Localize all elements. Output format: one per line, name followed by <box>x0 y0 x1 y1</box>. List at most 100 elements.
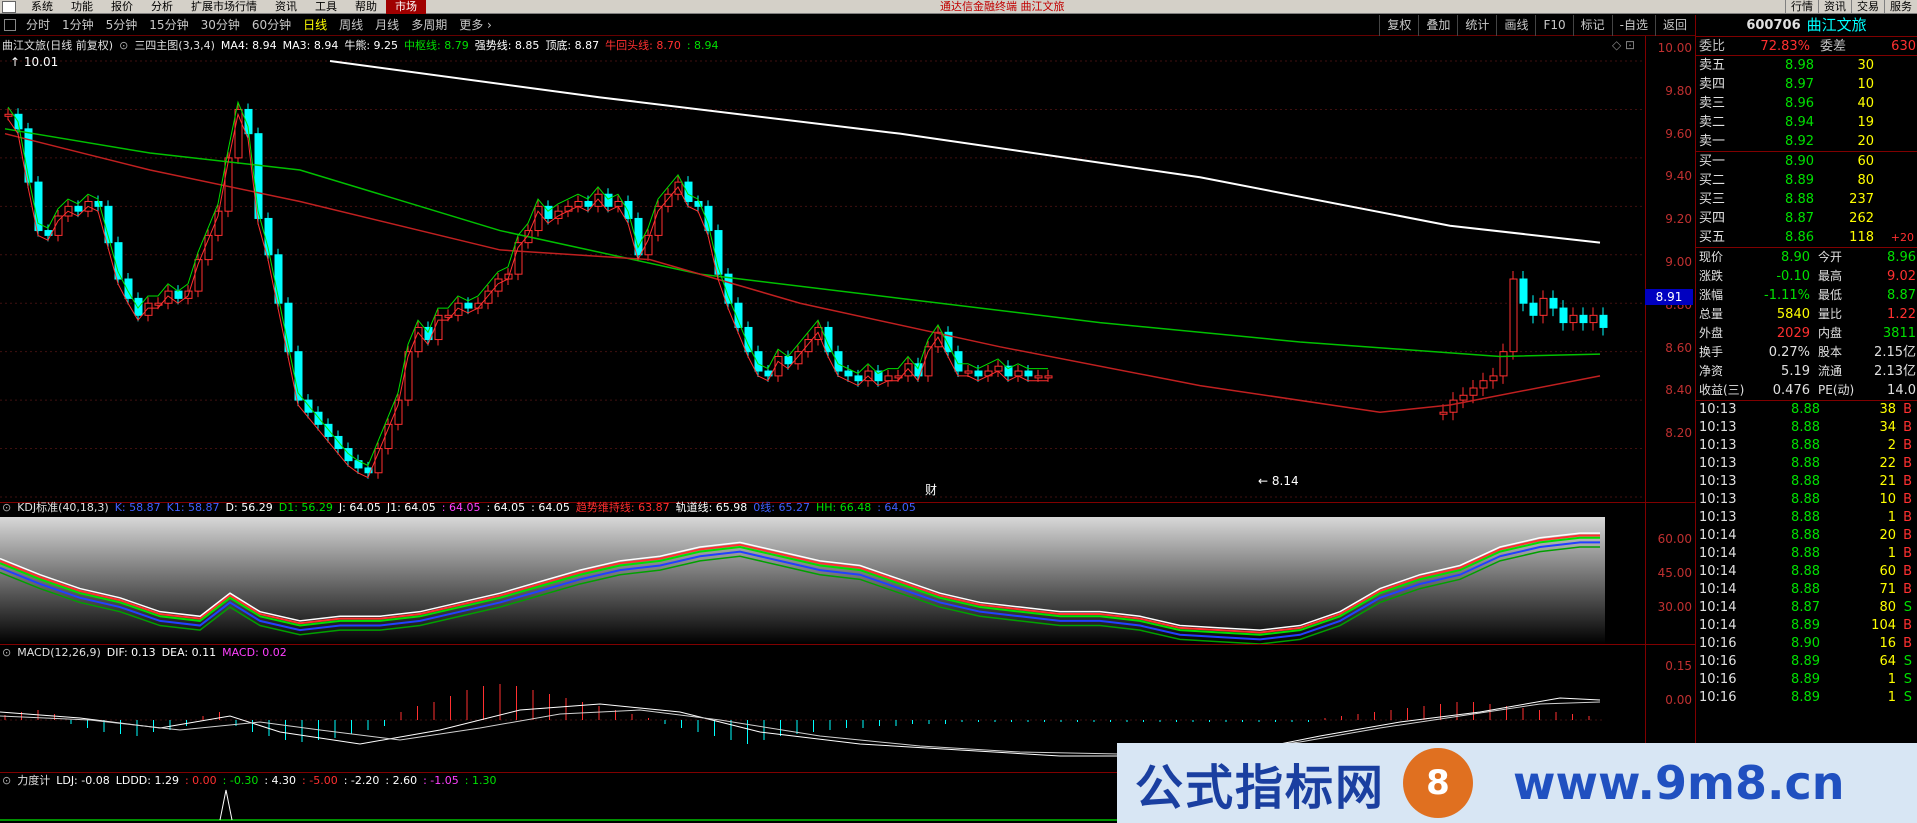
candle <box>434 314 443 341</box>
kdj-value: K1: 58.87 <box>166 501 220 514</box>
mark-button[interactable]: 标记 <box>1572 15 1612 36</box>
price-tick-label: 9.80 <box>1665 83 1692 98</box>
buy-level-row[interactable]: 买二 8.89 80 <box>1696 171 1917 190</box>
period-1min[interactable]: 1分钟 <box>56 15 100 36</box>
period-15min[interactable]: 15分钟 <box>143 15 194 36</box>
candle <box>614 200 623 207</box>
period-daily[interactable]: 日线 <box>297 15 333 36</box>
sell-level-row[interactable]: 卖五 8.98 30 <box>1696 56 1917 75</box>
settings-icon[interactable]: ⊙ <box>2 646 11 660</box>
watchlist-button[interactable]: -自选 <box>1611 15 1655 36</box>
buy-level-label: 买四 <box>1699 211 1726 226</box>
buy-level-change: +20 <box>1890 231 1914 244</box>
period-monthly[interactable]: 月线 <box>369 15 405 36</box>
buy-level-price: 8.88 <box>1785 192 1814 207</box>
menu-item-market[interactable]: 市场 <box>386 0 426 14</box>
tab-quotes[interactable]: 行情 <box>1785 0 1818 14</box>
tick-price: 8.89 <box>1791 618 1820 633</box>
candle <box>1549 297 1558 309</box>
tick-price: 8.88 <box>1791 438 1820 453</box>
menu-item-news[interactable]: 资讯 <box>266 0 306 14</box>
kdj-values: K: 58.87 K1: 58.87 D: 56.29 D1: 56.29 J: 64.… <box>115 501 916 515</box>
stat-label: 量比 <box>1818 307 1843 321</box>
divider <box>0 644 1695 645</box>
period-intraday[interactable]: 分时 <box>20 15 56 36</box>
buy-level-volume: 262 <box>1849 211 1874 226</box>
candle <box>1509 278 1518 353</box>
kdj-chart[interactable] <box>0 517 1645 644</box>
settings-icon[interactable]: ⊙ <box>2 774 11 788</box>
sell-level-row[interactable]: 卖四 8.97 10 <box>1696 75 1917 94</box>
period-5min[interactable]: 5分钟 <box>100 15 144 36</box>
tick-volume: 1 <box>1887 672 1896 687</box>
candle <box>1599 314 1608 328</box>
chart-toggle-icons[interactable]: ◇ ⊡ <box>1612 38 1635 52</box>
macd-title[interactable]: MACD(12,26,9) <box>17 646 101 660</box>
tab-service[interactable]: 服务 <box>1884 0 1917 14</box>
lidu-value: : -5.00 <box>302 774 338 787</box>
sell-level-row[interactable]: 卖二 8.94 19 <box>1696 113 1917 132</box>
candle <box>1489 375 1498 382</box>
sell-level-row[interactable]: 卖一 8.92 20 <box>1696 132 1917 151</box>
stat-label: 换手 <box>1699 345 1724 359</box>
lidu-title[interactable]: 力度计 <box>17 774 50 788</box>
buy-level-volume: 118 <box>1849 230 1874 245</box>
adjust-button[interactable]: 复权 <box>1379 15 1418 36</box>
sell-level-row[interactable]: 卖三 8.96 40 <box>1696 94 1917 113</box>
settings-icon[interactable]: ⊙ <box>2 501 11 515</box>
draw-line-button[interactable]: 画线 <box>1496 15 1535 36</box>
tick-time: 10:13 <box>1699 492 1737 507</box>
lidu-value: : 2.60 <box>385 774 418 787</box>
settings-icon[interactable]: ⊙ <box>119 39 128 53</box>
tab-trade[interactable]: 交易 <box>1851 0 1884 14</box>
tick-row: 10:13 8.88 22 B <box>1696 455 1917 473</box>
tick-time: 10:16 <box>1699 672 1737 687</box>
macd-values: DIF: 0.13 DEA: 0.11 MACD: 0.02 <box>107 646 287 660</box>
kdj-title[interactable]: KDJ标准(40,18,3) <box>17 501 109 515</box>
back-button[interactable]: 返回 <box>1654 15 1694 36</box>
buy-level-row[interactable]: 买一 8.90 60 <box>1696 152 1917 171</box>
menu-item-function[interactable]: 功能 <box>62 0 102 14</box>
period-more[interactable]: 更多 › <box>453 15 498 36</box>
price-tick-label: 10.00 <box>1657 41 1692 55</box>
period-multi[interactable]: 多周期 <box>405 15 453 36</box>
f10-button[interactable]: F10 <box>1535 15 1572 36</box>
cursor-price-badge: 8.91 <box>1645 289 1693 305</box>
ma-red-line <box>4 132 1601 413</box>
buy-level-label: 买一 <box>1699 154 1726 169</box>
main-chart-header: 曲江文旅(日线 前复权) ⊙ 三四主图(3,3,4) MA4: 8.94 MA3:… <box>2 39 719 53</box>
menu-item-system[interactable]: 系统 <box>22 0 62 14</box>
candle <box>144 302 153 316</box>
checkbox-icon[interactable] <box>4 19 16 31</box>
period-weekly[interactable]: 周线 <box>333 15 369 36</box>
stat-value: 9.02 <box>1887 269 1916 284</box>
menu-item-quote[interactable]: 报价 <box>102 0 142 14</box>
candle <box>1024 370 1033 377</box>
menu-item-analysis[interactable]: 分析 <box>142 0 182 14</box>
price-tick-label: 9.40 <box>1665 169 1692 184</box>
tick-price: 8.88 <box>1791 456 1820 471</box>
menu-item-tools[interactable]: 工具 <box>306 0 346 14</box>
finance-marker[interactable]: 财 <box>925 483 937 497</box>
buy-level-row[interactable]: 买三 8.88 237 <box>1696 190 1917 209</box>
period-60min[interactable]: 60分钟 <box>246 15 297 36</box>
menu-item-extended-market[interactable]: 扩展市场行情 <box>182 0 266 14</box>
candle <box>574 200 583 207</box>
stats-button[interactable]: 统计 <box>1457 15 1496 36</box>
candle <box>4 113 13 117</box>
tick-row: 10:13 8.88 1 B <box>1696 509 1917 527</box>
buy-level-row[interactable]: 买四 8.87 262 <box>1696 209 1917 228</box>
period-30min[interactable]: 30分钟 <box>195 15 246 36</box>
buy-level-row[interactable]: 买五 8.86 118 +20 <box>1696 228 1917 247</box>
candlestick-chart[interactable]: ↑ 10.01 ← 8.14 财 <box>0 52 1645 502</box>
stat-row: 涨幅 -1.11% 最低 8.87 <box>1696 286 1917 305</box>
kdj-value: : 64.05 <box>441 501 481 514</box>
tick-list[interactable]: 10:13 8.88 38 B 10:13 8.88 34 B 10:13 8.88 2 B 10:13… <box>1696 401 1917 707</box>
kdj-value: K: 58.87 <box>114 501 161 514</box>
overlay-button[interactable]: 叠加 <box>1418 15 1457 36</box>
tab-news[interactable]: 资讯 <box>1818 0 1851 14</box>
indicator-name[interactable]: 三四主图(3,3,4) <box>134 39 215 53</box>
menu-item-help[interactable]: 帮助 <box>346 0 386 14</box>
tick-volume: 1 <box>1887 690 1896 705</box>
stat-value: 14.0 <box>1887 383 1916 398</box>
